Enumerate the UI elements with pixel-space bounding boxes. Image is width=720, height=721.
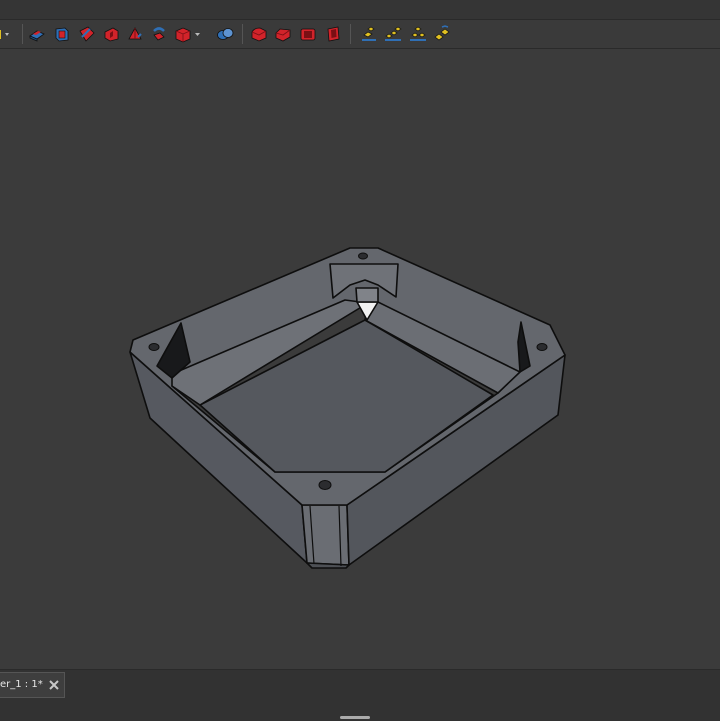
3d-viewport[interactable] (0, 49, 720, 669)
revolution-icon (79, 26, 95, 42)
multitransform-button[interactable] (433, 25, 451, 43)
multitransform-icon (434, 25, 450, 41)
linear-pattern-icon (385, 26, 402, 41)
partdesign-toolbar (0, 20, 720, 49)
open-file-dropdown-button[interactable] (0, 25, 16, 43)
screw-hole-front (318, 480, 332, 490)
groove-button[interactable] (102, 25, 120, 43)
document-tab-bar: er_1 : 1* (0, 669, 720, 721)
screw-hole-right (536, 343, 548, 351)
document-tab[interactable]: er_1 : 1* (0, 672, 65, 698)
pad-button[interactable] (28, 25, 46, 43)
mirror-icon (362, 26, 376, 41)
close-icon[interactable] (47, 678, 61, 692)
additive-loft-button[interactable] (126, 25, 144, 43)
boolean-button[interactable] (216, 25, 234, 43)
boolean-icon (217, 28, 234, 40)
fillet-icon (251, 27, 267, 42)
additive-pipe-button[interactable] (150, 25, 168, 43)
pocket-button[interactable] (53, 25, 71, 43)
screw-hole-back (358, 252, 368, 260)
pocket-icon (55, 27, 69, 42)
toolbar-separator (22, 24, 23, 44)
pipe-icon (153, 27, 165, 41)
toolbar-separator (350, 24, 351, 44)
polar-pattern-icon (410, 26, 426, 41)
polar-pattern-button[interactable] (409, 25, 427, 43)
chamfer-icon (275, 28, 291, 42)
mirrored-button[interactable] (360, 25, 378, 43)
additive-primitive-dropdown-button[interactable] (174, 25, 204, 43)
chevron-down-icon (195, 33, 200, 36)
revolution-button[interactable] (78, 25, 96, 43)
fillet-button[interactable] (250, 25, 268, 43)
screw-hole-left (148, 343, 160, 351)
linear-pattern-button[interactable] (384, 25, 402, 43)
groove-icon (104, 27, 119, 42)
menu-strip (0, 0, 720, 20)
box-icon (175, 27, 191, 43)
resize-handle[interactable] (340, 716, 370, 719)
folder-icon (0, 30, 1, 39)
thickness-button[interactable] (324, 25, 342, 43)
back-notch-face (355, 287, 379, 303)
loft-icon (128, 27, 142, 40)
toolbar-separator (242, 24, 243, 44)
document-tab-label: er_1 : 1* (0, 679, 43, 690)
pad-icon (29, 30, 45, 42)
draft-icon (300, 28, 316, 41)
chevron-down-icon (5, 33, 9, 36)
model-render (129, 247, 566, 569)
chamfer-button[interactable] (274, 25, 292, 43)
thickness-icon (327, 26, 340, 42)
front-corner-pillar (301, 504, 350, 566)
draft-button[interactable] (299, 25, 317, 43)
